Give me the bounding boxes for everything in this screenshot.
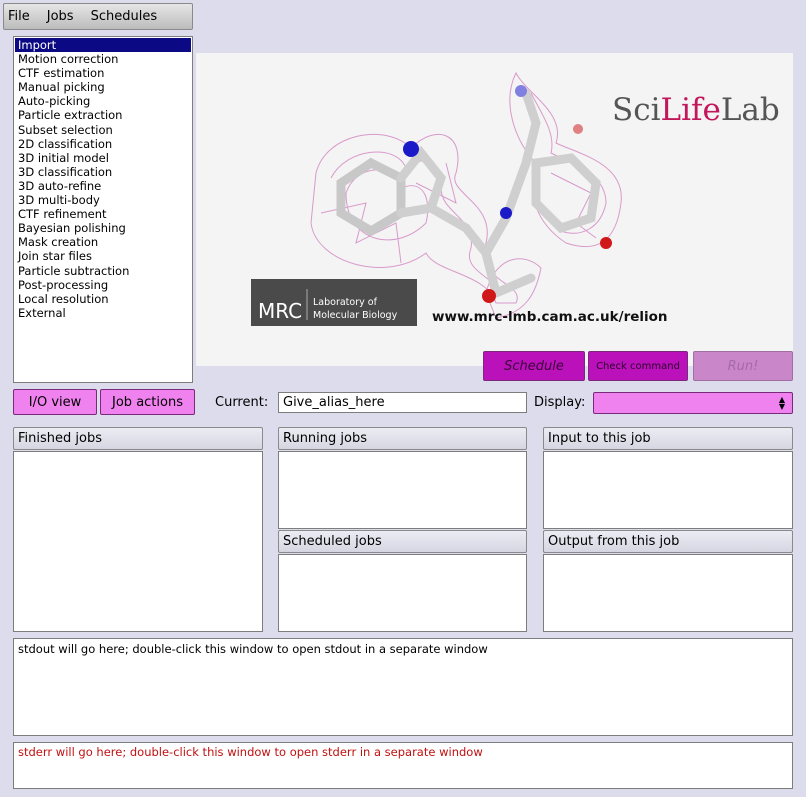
job-type-item[interactable]: 3D auto-refine bbox=[15, 179, 191, 193]
finished-jobs-header: Finished jobs bbox=[13, 427, 263, 450]
job-type-item[interactable]: 3D classification bbox=[15, 165, 191, 179]
job-type-item[interactable]: External bbox=[15, 306, 191, 320]
molecule-sticks bbox=[336, 88, 601, 298]
job-type-list[interactable]: Import Motion correction CTF estimation Man… bbox=[13, 36, 193, 383]
current-label: Current: bbox=[215, 395, 269, 410]
schedule-button[interactable]: Schedule bbox=[483, 351, 585, 381]
stdout-window[interactable]: stdout will go here; double-click this w… bbox=[13, 638, 793, 736]
menu-bar: File Jobs Schedules bbox=[3, 3, 193, 30]
mrc-logo-text: MRC bbox=[258, 299, 302, 323]
display-label: Display: bbox=[534, 395, 586, 410]
job-type-item[interactable]: Import bbox=[15, 38, 191, 53]
job-type-item[interactable]: Local resolution bbox=[15, 292, 191, 306]
run-button[interactable]: Run! bbox=[693, 351, 793, 381]
job-type-item[interactable]: Mask creation bbox=[15, 235, 191, 249]
scilifelab-sci: Sci bbox=[612, 92, 661, 128]
display-dropdown[interactable]: ▲ ▼ bbox=[593, 392, 793, 414]
job-type-item[interactable]: CTF estimation bbox=[15, 66, 191, 80]
input-to-job-header: Input to this job bbox=[543, 427, 793, 450]
job-type-item[interactable]: Particle extraction bbox=[15, 108, 191, 122]
menu-schedules[interactable]: Schedules bbox=[91, 9, 158, 24]
job-type-item[interactable]: Join star files bbox=[15, 249, 191, 263]
running-jobs-list[interactable] bbox=[278, 451, 527, 529]
job-type-item[interactable]: 3D multi-body bbox=[15, 193, 191, 207]
output-from-job-header: Output from this job bbox=[543, 530, 793, 553]
job-type-item[interactable]: CTF refinement bbox=[15, 207, 191, 221]
banner-graphic: SciLifeLab MRC Laboratory of Molecular B… bbox=[251, 71, 780, 326]
output-from-job-list[interactable] bbox=[543, 554, 793, 632]
stderr-text: stderr will go here; double-click this w… bbox=[18, 745, 483, 759]
menu-file[interactable]: File bbox=[8, 9, 30, 24]
mrc-line2: Molecular Biology bbox=[313, 310, 398, 321]
scheduled-jobs-list[interactable] bbox=[278, 554, 527, 632]
mrc-line1: Laboratory of bbox=[313, 297, 378, 308]
banner-image: SciLifeLab MRC Laboratory of Molecular B… bbox=[196, 53, 793, 366]
job-type-item[interactable]: Subset selection bbox=[15, 123, 191, 137]
job-type-item[interactable]: Bayesian polishing bbox=[15, 221, 191, 235]
job-type-item[interactable]: Manual picking bbox=[15, 80, 191, 94]
stdout-text: stdout will go here; double-click this w… bbox=[18, 642, 488, 656]
running-jobs-header: Running jobs bbox=[278, 427, 527, 450]
job-type-item[interactable]: 2D classification bbox=[15, 137, 191, 151]
job-actions-button[interactable]: Job actions bbox=[100, 389, 195, 415]
scilifelab-logo: SciLifeLab bbox=[612, 92, 780, 128]
job-type-item[interactable]: Particle subtraction bbox=[15, 264, 191, 278]
job-type-item[interactable]: 3D initial model bbox=[15, 151, 191, 165]
relion-url: www.mrc-lmb.cam.ac.uk/relion bbox=[432, 309, 668, 325]
menu-jobs[interactable]: Jobs bbox=[47, 9, 74, 24]
scilifelab-lab: Lab bbox=[721, 92, 780, 128]
job-type-item[interactable]: Auto-picking bbox=[15, 94, 191, 108]
job-type-item[interactable]: Post-processing bbox=[15, 278, 191, 292]
updown-arrow-icon: ▲ ▼ bbox=[778, 395, 786, 411]
io-view-button[interactable]: I/O view bbox=[13, 389, 97, 415]
input-to-job-list[interactable] bbox=[543, 451, 793, 529]
job-type-item[interactable]: Motion correction bbox=[15, 52, 191, 66]
scilifelab-life: Life bbox=[661, 92, 721, 128]
finished-jobs-list[interactable] bbox=[13, 451, 263, 632]
scheduled-jobs-header: Scheduled jobs bbox=[278, 530, 527, 553]
stderr-window[interactable]: stderr will go here; double-click this w… bbox=[13, 742, 793, 789]
current-alias-input[interactable]: Give_alias_here bbox=[278, 392, 527, 413]
check-command-button[interactable]: Check command bbox=[588, 351, 688, 381]
